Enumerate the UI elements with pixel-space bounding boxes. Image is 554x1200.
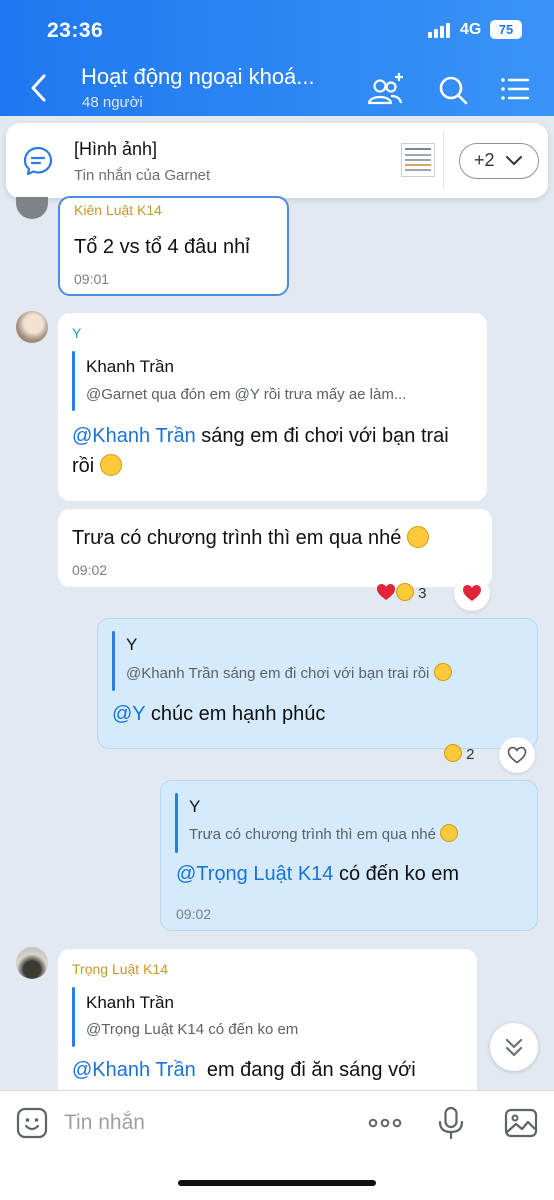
message-text: @Khanh Trần em đang đi ăn sáng với xyxy=(72,1059,416,1081)
message-bubble[interactable]: Y Khanh Trần @Garnet qua đón em @Y rồi t… xyxy=(58,313,487,501)
image-gallery-icon[interactable] xyxy=(503,1105,539,1141)
divider xyxy=(443,131,444,189)
add-member-icon[interactable] xyxy=(366,70,406,110)
chat-header: 23:36 4G 75 Hoạt động ngoại khoá... 48 n… xyxy=(0,0,554,116)
quote-author: Khanh Trần xyxy=(86,993,174,1012)
pinned-message-bar[interactable]: [Hình ảnh] Tin nhắn của Garnet +2 xyxy=(6,123,548,198)
heart-outline-icon xyxy=(507,746,527,764)
message-time: 09:02 xyxy=(72,562,108,578)
status-bar: 23:36 4G 75 xyxy=(0,0,554,58)
message-bubble[interactable]: Trọng Luật K14 Khanh Trần @Trọng Luật K1… xyxy=(58,949,477,1090)
quote-bar xyxy=(112,631,115,691)
chevron-down-icon xyxy=(506,156,522,166)
mention-link[interactable]: @Trọng Luật K14 xyxy=(176,863,333,885)
chat-bubble-icon xyxy=(22,145,54,177)
menu-list-icon[interactable] xyxy=(496,70,536,110)
laughing-emoji-icon xyxy=(444,744,462,762)
quote-text: Trưa có chương trình thì em qua nhé xyxy=(189,824,459,843)
double-chevron-down-icon xyxy=(505,1038,523,1057)
reaction-count: 2 xyxy=(466,746,475,763)
message-text: Trưa có chương trình thì em qua nhé xyxy=(72,523,429,553)
back-arrow-icon[interactable] xyxy=(26,70,54,106)
avatar[interactable] xyxy=(16,197,48,219)
member-count: 48 người xyxy=(82,94,143,111)
mention-link[interactable]: @Khanh Trần xyxy=(72,425,196,447)
message-text: @Y chúc em hạnh phúc xyxy=(112,703,326,725)
status-time: 23:36 xyxy=(47,19,104,42)
message-bubble[interactable]: Kiên Luật K14 Tổ 2 vs tổ 4 đâu nhỉ 09:01 xyxy=(58,196,289,296)
react-heart-button[interactable] xyxy=(499,737,535,773)
microphone-icon[interactable] xyxy=(433,1105,469,1141)
scroll-to-bottom-button[interactable] xyxy=(490,1023,538,1071)
image-thumbnail[interactable] xyxy=(401,143,435,177)
avatar[interactable] xyxy=(16,947,48,979)
message-bubble[interactable]: Y Trưa có chương trình thì em qua nhé @T… xyxy=(160,780,538,931)
reaction-count: 3 xyxy=(418,585,427,602)
smiling-emoji-icon xyxy=(99,454,122,476)
message-bubble[interactable]: Y @Khanh Trần sáng em đi chơi với bạn tr… xyxy=(97,618,538,749)
more-pinned-label: +2 xyxy=(474,150,495,170)
sender-name[interactable]: Y xyxy=(72,325,81,341)
pinned-title: [Hình ảnh] xyxy=(74,139,158,159)
quote-bar xyxy=(175,793,178,853)
reaction-summary[interactable]: 2 xyxy=(444,742,475,768)
more-options-icon[interactable] xyxy=(367,1105,403,1141)
sender-name[interactable]: Kiên Luật K14 xyxy=(74,202,162,218)
message-bubble[interactable]: Trưa có chương trình thì em qua nhé 09:0… xyxy=(58,509,492,587)
laughing-emoji-icon xyxy=(396,583,414,601)
react-heart-button[interactable] xyxy=(454,575,490,611)
quote-text: @Trọng Luật K14 có đến ko em xyxy=(86,1021,299,1038)
heart-icon xyxy=(377,584,395,600)
quote-author: Y xyxy=(189,797,201,816)
quote-bar xyxy=(72,987,75,1047)
message-input[interactable] xyxy=(64,1107,344,1139)
group-title[interactable]: Hoạt động ngoại khoá... xyxy=(81,64,346,90)
message-text: @Khanh Trần sáng em đi chơi với bạn trai… xyxy=(72,425,449,477)
laughing-emoji-icon xyxy=(440,824,459,842)
search-icon[interactable] xyxy=(434,70,474,110)
quote-text: @Garnet qua đón em @Y rồi trưa mấy ae là… xyxy=(86,386,407,403)
more-pinned-button[interactable]: +2 xyxy=(459,143,539,179)
mention-link[interactable]: @Y xyxy=(112,703,145,725)
laughing-emoji-icon xyxy=(406,526,429,548)
battery-icon: 75 xyxy=(490,20,522,39)
mention-link[interactable]: @Khanh Trần xyxy=(72,1059,196,1081)
message-text: Tổ 2 vs tổ 4 đâu nhỉ xyxy=(74,236,250,258)
smiling-emoji-icon xyxy=(433,663,452,681)
quote-author: Khanh Trần xyxy=(86,357,174,376)
signal-icon xyxy=(428,22,452,38)
quote-bar xyxy=(72,351,75,411)
heart-icon xyxy=(463,585,481,601)
avatar[interactable] xyxy=(16,311,48,343)
pinned-subtitle: Tin nhắn của Garnet xyxy=(74,167,211,184)
quote-author: Y xyxy=(126,635,138,654)
message-text: @Trọng Luật K14 có đến ko em xyxy=(176,863,460,885)
sender-name[interactable]: Trọng Luật K14 xyxy=(72,961,168,977)
message-time: 09:01 xyxy=(74,271,110,287)
home-indicator[interactable] xyxy=(178,1180,376,1186)
quote-text: @Khanh Trần sáng em đi chơi với bạn trai… xyxy=(126,663,452,682)
emoji-icon[interactable] xyxy=(16,1107,48,1139)
message-time: 09:02 xyxy=(176,906,212,922)
reaction-summary[interactable]: 3 xyxy=(376,581,427,607)
network-type: 4G xyxy=(460,21,482,38)
